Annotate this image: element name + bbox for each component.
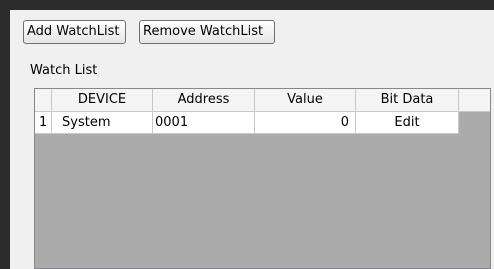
watch-list-grid[interactable]: DEVICE Address Value Bit Data 1 System 0… — [34, 88, 491, 269]
value-cell[interactable]: 0 — [255, 112, 356, 134]
window-left-border — [0, 0, 10, 269]
column-header-bit-data[interactable]: Bit Data — [356, 89, 459, 111]
watchlist-panel: Add WatchList Remove WatchList Watch Lis… — [10, 10, 494, 269]
column-header-address[interactable]: Address — [153, 89, 255, 111]
column-header-index[interactable] — [35, 89, 52, 111]
window-top-border — [0, 0, 494, 10]
column-header-device[interactable]: DEVICE — [52, 89, 153, 111]
address-cell[interactable]: 0001 — [153, 112, 255, 134]
grid-header-row: DEVICE Address Value Bit Data — [35, 89, 490, 112]
add-watchlist-button[interactable]: Add WatchList — [23, 20, 126, 44]
bit-data-edit-cell[interactable]: Edit — [356, 112, 459, 134]
watch-list-label: Watch List — [30, 63, 98, 78]
row-index-cell[interactable]: 1 — [35, 112, 52, 134]
column-header-value[interactable]: Value — [255, 89, 356, 111]
remove-watchlist-button[interactable]: Remove WatchList — [139, 20, 275, 44]
device-cell[interactable]: System — [52, 112, 153, 134]
table-row[interactable]: 1 System 0001 0 Edit — [35, 112, 490, 134]
header-filler — [459, 89, 490, 111]
